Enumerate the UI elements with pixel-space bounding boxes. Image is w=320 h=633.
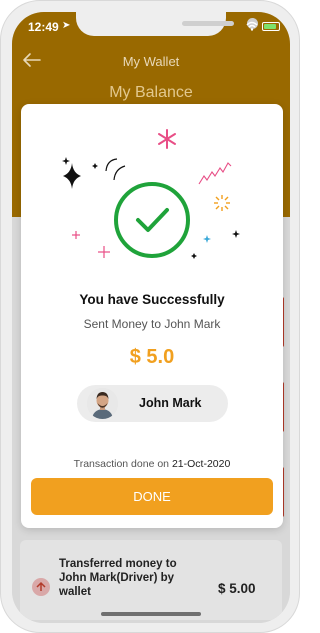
success-subtitle: Sent Money to John Mark bbox=[83, 317, 221, 331]
phone-frame: 12:49 ➤ My Wallet My Balance Transferred… bbox=[0, 0, 300, 633]
sent-amount: $ 5.0 bbox=[129, 346, 175, 368]
star-pink-icon bbox=[72, 231, 80, 239]
checkmark-circle-icon bbox=[114, 182, 190, 258]
star-blue-icon bbox=[203, 235, 211, 243]
battery-icon bbox=[262, 22, 280, 31]
star-small-icon bbox=[191, 253, 197, 259]
burst-icon bbox=[214, 195, 230, 211]
zigzag-icon bbox=[198, 162, 232, 185]
location-icon: ➤ bbox=[62, 20, 71, 31]
sparkle-icon bbox=[63, 163, 81, 189]
success-illustration bbox=[62, 129, 240, 259]
star-small-icon bbox=[62, 157, 70, 165]
transaction-date-line: Transaction done on 21-Oct-2020 bbox=[21, 458, 283, 470]
success-title: You have Successfully bbox=[79, 292, 225, 307]
star-small-icon bbox=[92, 163, 98, 169]
avatar bbox=[87, 388, 118, 419]
balance-title: My Balance bbox=[109, 84, 193, 101]
confetti-icon bbox=[113, 165, 126, 181]
confetti-icon bbox=[105, 158, 118, 172]
speaker bbox=[182, 21, 234, 26]
success-dialog: You have Successfully Sent Money to John… bbox=[21, 104, 283, 528]
arrow-up-icon bbox=[32, 578, 50, 596]
transaction-date-prefix: Transaction done on bbox=[73, 458, 170, 470]
transaction-description: Transferred money to John Mark(Driver) b… bbox=[59, 558, 177, 598]
star-pink-icon bbox=[98, 246, 110, 258]
status-bar: 12:49 ➤ bbox=[12, 12, 290, 42]
recipient-name: John Mark bbox=[139, 396, 202, 410]
asterisk-icon bbox=[158, 129, 176, 149]
page-title: My Wallet bbox=[122, 54, 180, 69]
notch bbox=[76, 12, 258, 36]
star-small-icon bbox=[232, 230, 240, 238]
done-button[interactable]: DONE bbox=[31, 478, 273, 515]
status-time: 12:49 bbox=[28, 20, 59, 34]
transaction-date: 21-Oct-2020 bbox=[171, 458, 231, 470]
transaction-row[interactable]: Transferred money to John Mark(Driver) b… bbox=[20, 540, 282, 620]
recipient-chip: John Mark bbox=[77, 385, 228, 422]
transaction-amount: $ 5.00 bbox=[218, 581, 256, 596]
home-indicator bbox=[101, 612, 201, 616]
wifi-icon bbox=[246, 21, 258, 31]
